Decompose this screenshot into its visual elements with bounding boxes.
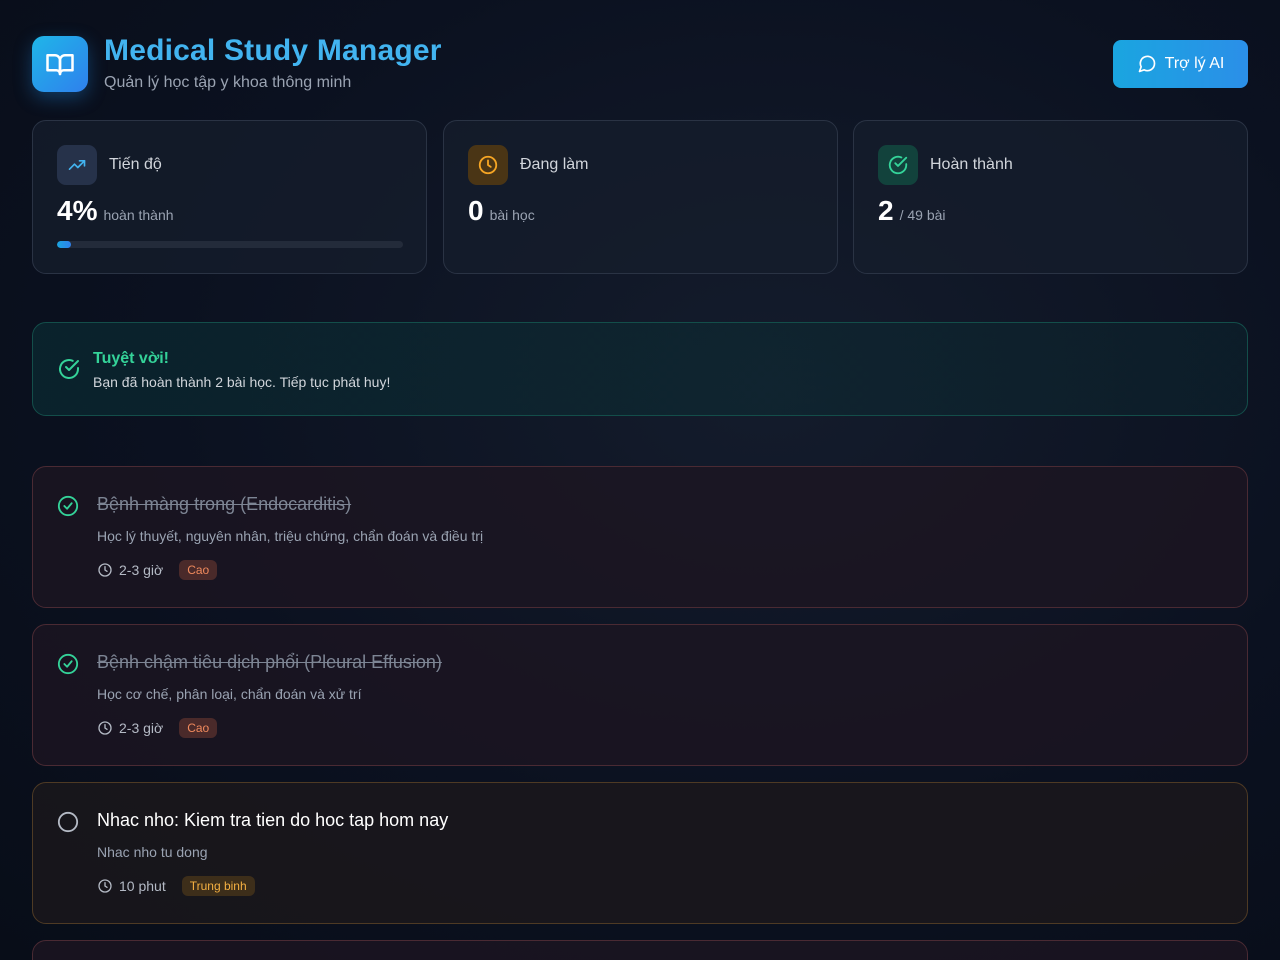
task-meta: 2-3 giờ Cao [97, 718, 218, 738]
task-duration: 2-3 giờ [119, 720, 164, 736]
ai-assistant-label: Trợ lý AI [1164, 55, 1225, 72]
priority-badge: Trung binh [181, 876, 255, 896]
task-description: Học lý thuyết, nguyên nhân, triệu chứng,… [97, 528, 484, 544]
task-description: Nhac nho tu dong [97, 844, 208, 860]
page-subtitle: Quản lý học tập y khoa thông minh [104, 74, 352, 91]
task-meta: 2-3 giờ Cao [97, 560, 218, 580]
stat-label: Hoàn thành [930, 156, 1013, 173]
stat-unit: / 49 bài [899, 207, 946, 223]
check-circle-icon [878, 145, 918, 185]
clock-icon [98, 721, 112, 735]
stat-card-completed: Hoàn thành 2 / 49 bài [853, 120, 1248, 274]
stat-label: Đang làm [520, 156, 589, 173]
stats-row: Tiến độ 4% hoàn thành Đang làm 0 bài học H… [32, 120, 1248, 274]
task-card[interactable]: Bệnh màng trong (Endocarditis) Học lý th… [32, 466, 1248, 608]
clock-icon [98, 879, 112, 893]
task-duration: 10 phut [119, 878, 166, 894]
clock-icon [98, 563, 112, 577]
chat-icon [1138, 55, 1155, 73]
stat-label: Tiến độ [109, 156, 162, 173]
task-meta: 10 phut Trung binh [97, 876, 255, 896]
priority-badge: Cao [179, 718, 218, 738]
stat-card-progress: Tiến độ 4% hoàn thành [32, 120, 427, 274]
task-title: Nhac nho: Kiem tra tien do hoc tap hom n… [97, 810, 449, 830]
book-icon [32, 36, 88, 92]
trending-up-icon [57, 145, 97, 185]
task-title: Bệnh chậm tiêu dịch phổi (Pleural Effusi… [97, 652, 442, 672]
page-title: Medical Study Manager [104, 34, 442, 67]
task-description: Học cơ chế, phân loại, chẩn đoán và xử t… [97, 686, 362, 702]
banner-text: Bạn đã hoàn thành 2 bài học. Tiếp tục ph… [93, 374, 391, 390]
ai-assistant-button[interactable]: Trợ lý AI [1113, 40, 1248, 88]
stat-card-in-progress: Đang làm 0 bài học [443, 120, 838, 274]
task-card[interactable] [32, 940, 1248, 960]
task-completed-checkbox[interactable] [57, 653, 79, 680]
stat-unit: hoàn thành [103, 207, 174, 223]
priority-badge: Cao [179, 560, 218, 580]
task-checkbox[interactable] [57, 811, 79, 838]
congrats-banner: Tuyệt vời! Bạn đã hoàn thành 2 bài học. … [32, 322, 1248, 416]
stat-value: 4% [57, 195, 98, 226]
stat-value: 2 [878, 195, 894, 226]
task-duration: 2-3 giờ [119, 562, 164, 578]
progress-bar [57, 241, 403, 248]
task-card[interactable]: Bệnh chậm tiêu dịch phổi (Pleural Effusi… [32, 624, 1248, 766]
task-card[interactable]: Nhac nho: Kiem tra tien do hoc tap hom n… [32, 782, 1248, 924]
app-header: Medical Study Manager Quản lý học tập y … [32, 34, 1248, 96]
check-circle-icon [57, 357, 81, 386]
stat-unit: bài học [489, 207, 535, 223]
progress-bar-fill [57, 241, 71, 248]
stat-value: 0 [468, 195, 484, 226]
task-completed-checkbox[interactable] [57, 495, 79, 522]
task-title: Bệnh màng trong (Endocarditis) [97, 494, 352, 514]
clock-icon [468, 145, 508, 185]
banner-title: Tuyệt vời! [93, 350, 169, 367]
